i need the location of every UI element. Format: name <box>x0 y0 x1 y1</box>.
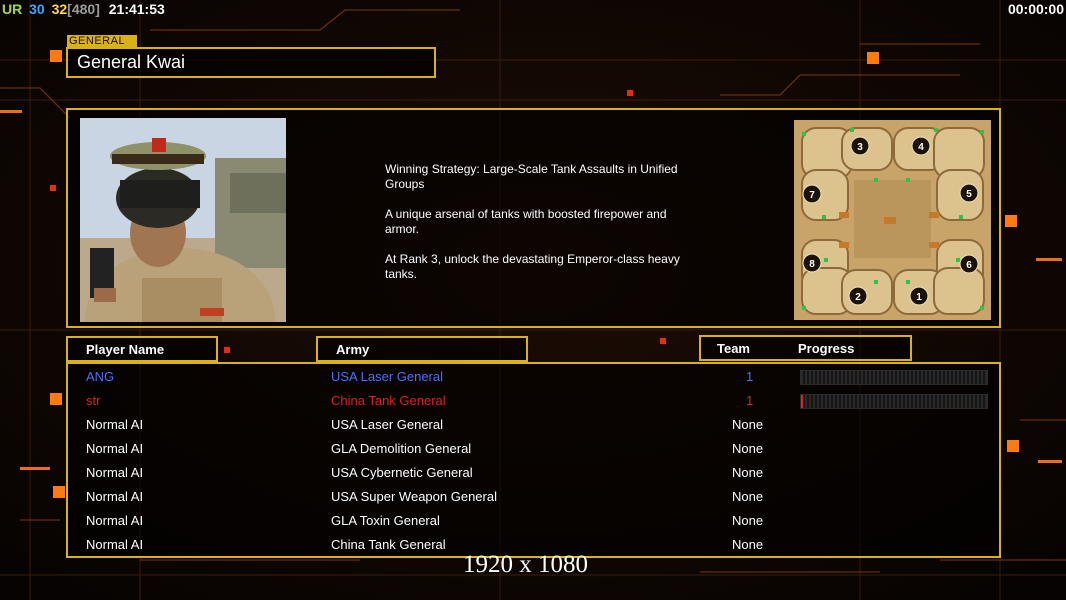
player-row[interactable]: Normal AI USA Laser General None <box>68 413 999 437</box>
player-name: Normal AI <box>86 537 144 552</box>
resolution-label: 1920 x 1080 <box>463 551 588 578</box>
player-team: None <box>732 465 764 480</box>
header-player-name: Player Name <box>66 336 218 362</box>
player-team: None <box>732 537 764 552</box>
player-name: ANG <box>86 369 115 384</box>
start-position-6: 6 <box>966 260 972 271</box>
map-preview[interactable]: 1 2 3 4 5 6 7 8 <box>794 120 991 320</box>
player-army: USA Super Weapon General <box>331 489 497 504</box>
player-army: China Tank General <box>331 537 446 552</box>
player-team: 1 <box>746 393 754 408</box>
player-row[interactable]: str China Tank General 1 <box>68 389 999 413</box>
player-army: USA Laser General <box>331 369 444 384</box>
player-team: 1 <box>746 369 754 384</box>
player-name: Normal AI <box>86 441 144 456</box>
header-progress-label: Progress <box>798 341 855 356</box>
player-army: GLA Toxin General <box>331 513 440 528</box>
start-position-5: 5 <box>966 189 972 200</box>
player-army: USA Cybernetic General <box>331 465 473 480</box>
player-team: None <box>732 513 764 528</box>
progress-bar <box>800 394 988 409</box>
status-value-a: 30 <box>29 1 45 17</box>
player-team: None <box>732 417 764 432</box>
progress-bar <box>800 370 988 385</box>
player-name: Normal AI <box>86 465 144 480</box>
general-name: General Kwai <box>77 52 186 72</box>
player-row[interactable]: Normal AI USA Super Weapon General None <box>68 485 999 509</box>
player-name: str <box>86 393 101 408</box>
header-army: Army <box>316 336 528 362</box>
player-row[interactable]: ANG USA Laser General 1 <box>68 365 999 389</box>
start-position-3: 3 <box>857 142 863 153</box>
player-name: Normal AI <box>86 417 144 432</box>
start-position-2: 2 <box>855 292 861 303</box>
general-portrait <box>80 118 286 322</box>
player-row[interactable]: Normal AI GLA Demolition General None <box>68 437 999 461</box>
start-position-4: 4 <box>918 142 924 153</box>
player-team: None <box>732 441 764 456</box>
status-value-c: [480] <box>67 1 100 17</box>
general-info-panel: Winning Strategy: Large-Scale Tank Assau… <box>66 108 1001 328</box>
header-player-name-label: Player Name <box>86 342 165 357</box>
player-list: ANG USA Laser General 1 str China Tank Gener… <box>66 362 1001 558</box>
progress-fill <box>801 395 803 408</box>
player-army: China Tank General <box>331 393 446 408</box>
general-title-box: General Kwai <box>66 47 436 78</box>
status-bar: UR 30 32[480] 21:41:53 <box>2 0 168 18</box>
player-name: Normal AI <box>86 489 144 504</box>
system-clock: 21:41:53 <box>108 1 165 17</box>
status-tag: UR <box>2 1 23 17</box>
player-row[interactable]: Normal AI GLA Toxin General None <box>68 509 999 533</box>
player-name: Normal AI <box>86 513 144 528</box>
start-position-1: 1 <box>916 292 922 303</box>
player-army: GLA Demolition General <box>331 441 472 456</box>
player-army: USA Laser General <box>331 417 444 432</box>
start-position-7: 7 <box>809 190 815 201</box>
header-army-label: Army <box>336 342 370 357</box>
general-description: Winning Strategy: Large-Scale Tank Assau… <box>385 162 680 281</box>
player-team: None <box>732 489 764 504</box>
game-timer: 00:00:00 <box>1007 1 1064 17</box>
header-team-progress: Team Progress <box>699 335 912 361</box>
status-value-b: 32 <box>51 1 68 17</box>
start-position-8: 8 <box>809 259 815 270</box>
player-row[interactable]: Normal AI USA Cybernetic General None <box>68 461 999 485</box>
header-team-label: Team <box>717 341 750 356</box>
